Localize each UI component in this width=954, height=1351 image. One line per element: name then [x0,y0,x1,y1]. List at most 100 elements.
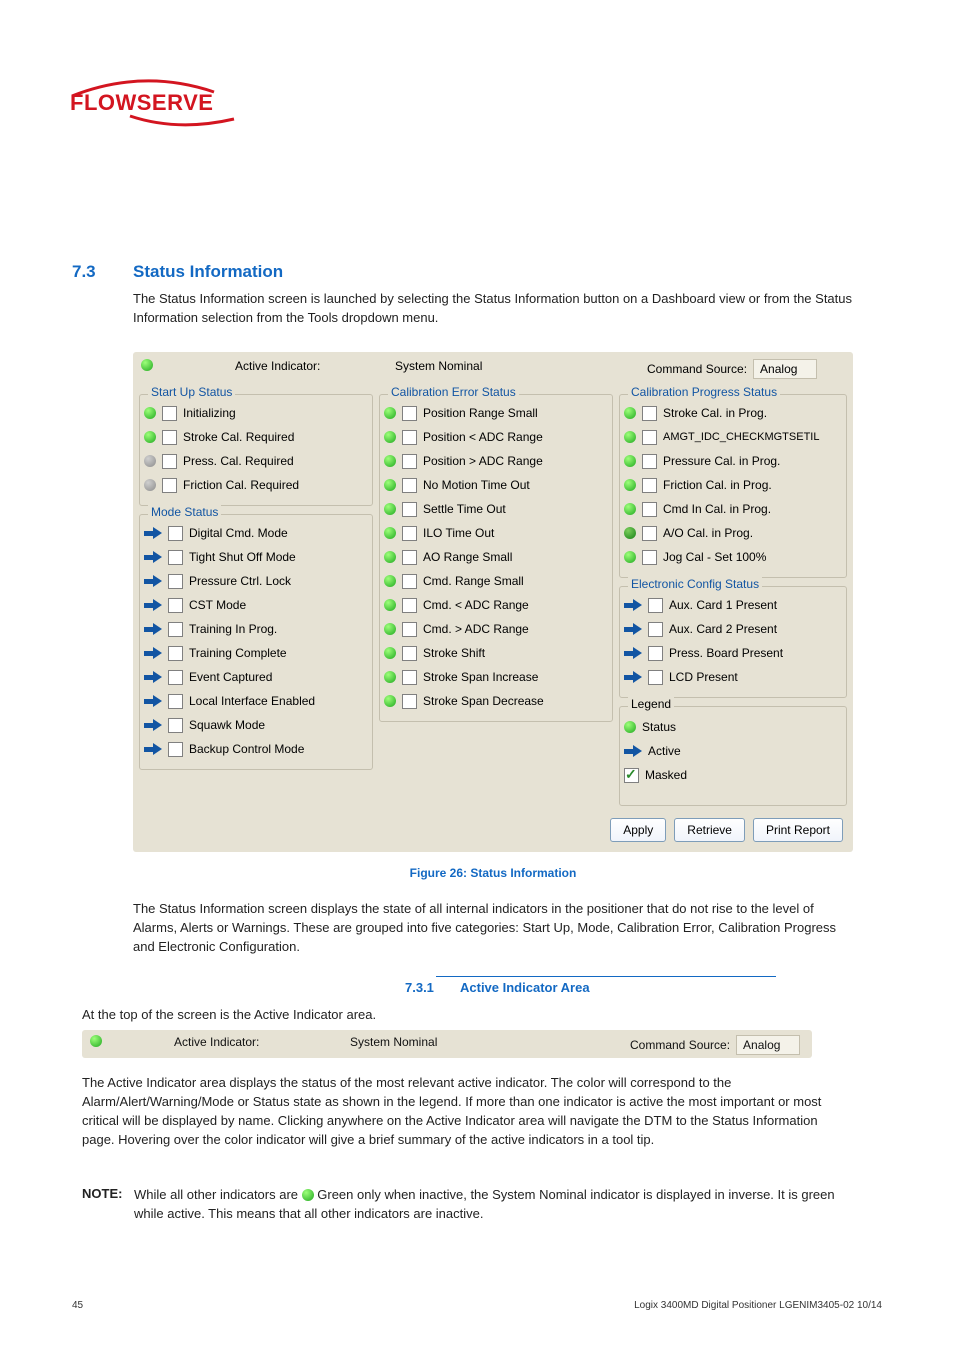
mask-checkbox[interactable] [402,670,417,685]
mask-checkbox[interactable] [642,430,657,445]
mask-checkbox[interactable] [648,646,663,661]
command-source-value: Analog [753,359,817,379]
active-indicator-value: System Nominal [395,359,482,373]
mask-checkbox[interactable] [642,502,657,517]
group-startup: Start Up Status Initializing Stroke Cal.… [139,394,373,506]
status-dot-icon [144,479,156,491]
mask-checkbox[interactable] [642,526,657,541]
legend-label: Status [642,720,676,734]
status-row: AO Range Small [380,545,612,569]
arrow-icon [144,552,162,563]
status-row: Digital Cmd. Mode [140,521,372,545]
mask-checkbox [624,768,639,783]
mask-checkbox[interactable] [648,670,663,685]
sub-number: 7.3.1 [405,980,434,995]
status-label: Training Complete [189,646,287,660]
status-row: Press. Cal. Required [140,449,372,473]
status-label: Squawk Mode [189,718,265,732]
arrow-icon [144,624,162,635]
mask-checkbox[interactable] [642,550,657,565]
status-row: Cmd. > ADC Range [380,617,612,641]
command-source-label: Command Source: [647,362,747,376]
active-indicator-value: System Nominal [350,1035,437,1049]
mask-checkbox[interactable] [168,598,183,613]
status-row: Settle Time Out [380,497,612,521]
mask-checkbox[interactable] [168,550,183,565]
status-panel: Active Indicator: System Nominal Command… [133,352,853,852]
status-row: Friction Cal. in Prog. [620,473,846,497]
mask-checkbox[interactable] [402,406,417,421]
mask-checkbox[interactable] [402,550,417,565]
status-row: Cmd. Range Small [380,569,612,593]
status-label: Stroke Span Increase [423,670,538,684]
mask-checkbox[interactable] [402,646,417,661]
mask-checkbox[interactable] [648,622,663,637]
mask-checkbox[interactable] [402,574,417,589]
mask-checkbox[interactable] [402,478,417,493]
status-label: Training In Prog. [189,622,277,636]
mask-checkbox[interactable] [402,430,417,445]
status-row: Cmd. < ADC Range [380,593,612,617]
status-row: Aux. Card 1 Present [620,593,846,617]
status-row: Squawk Mode [140,713,372,737]
status-info-body: The Status Information screen displays t… [133,900,853,957]
status-row: Stroke Span Decrease [380,689,612,713]
status-row: AMGT_IDC_CHECKMGTSETIL [620,425,846,449]
note-body: While all other indicators are Green onl… [134,1186,854,1224]
group-title: Legend [628,697,674,711]
active-indicator-label: Active Indicator: [235,359,320,373]
arrow-icon [624,746,642,757]
status-label: No Motion Time Out [423,478,530,492]
arrow-icon [144,696,162,707]
status-label: A/O Cal. in Prog. [663,526,753,540]
status-row: ILO Time Out [380,521,612,545]
mask-checkbox[interactable] [168,646,183,661]
status-row: Cmd In Cal. in Prog. [620,497,846,521]
note-part1: While all other indicators are [134,1187,302,1202]
print-report-button[interactable]: Print Report [753,818,843,842]
group-title: Calibration Progress Status [628,385,780,399]
arrow-icon [144,576,162,587]
status-row: Local Interface Enabled [140,689,372,713]
legend-row: Status [620,715,846,739]
mask-checkbox[interactable] [402,502,417,517]
mask-checkbox[interactable] [648,598,663,613]
status-row: Position > ADC Range [380,449,612,473]
mask-checkbox[interactable] [402,622,417,637]
mask-checkbox[interactable] [402,694,417,709]
status-label: Cmd. Range Small [423,574,524,588]
status-label: Stroke Shift [423,646,485,660]
status-row: Event Captured [140,665,372,689]
mask-checkbox[interactable] [402,454,417,469]
status-label: Friction Cal. Required [183,478,299,492]
mask-checkbox[interactable] [168,742,183,757]
mask-checkbox[interactable] [168,694,183,709]
status-row: Stroke Cal. in Prog. [620,401,846,425]
status-dot-icon [624,503,636,515]
arrow-icon [144,744,162,755]
mask-checkbox[interactable] [168,670,183,685]
mask-checkbox[interactable] [168,526,183,541]
legend-row: Active [620,739,846,763]
status-label: Aux. Card 2 Present [669,622,777,636]
mask-checkbox[interactable] [162,478,177,493]
mask-checkbox[interactable] [642,478,657,493]
status-dot-icon [141,359,153,371]
mask-checkbox[interactable] [162,406,177,421]
group-mode: Mode Status Digital Cmd. Mode Tight Shut… [139,514,373,770]
arrow-icon [624,672,642,683]
mask-checkbox[interactable] [402,526,417,541]
apply-button[interactable]: Apply [610,818,666,842]
mask-checkbox[interactable] [162,430,177,445]
retrieve-button[interactable]: Retrieve [674,818,745,842]
mask-checkbox[interactable] [168,718,183,733]
mask-checkbox[interactable] [168,574,183,589]
mask-checkbox[interactable] [168,622,183,637]
mask-checkbox[interactable] [402,598,417,613]
mask-checkbox[interactable] [642,406,657,421]
status-dot-icon [384,431,396,443]
status-row: Jog Cal - Set 100% [620,545,846,569]
mask-checkbox[interactable] [642,454,657,469]
mask-checkbox[interactable] [162,454,177,469]
status-label: AMGT_IDC_CHECKMGTSETIL [663,431,819,443]
